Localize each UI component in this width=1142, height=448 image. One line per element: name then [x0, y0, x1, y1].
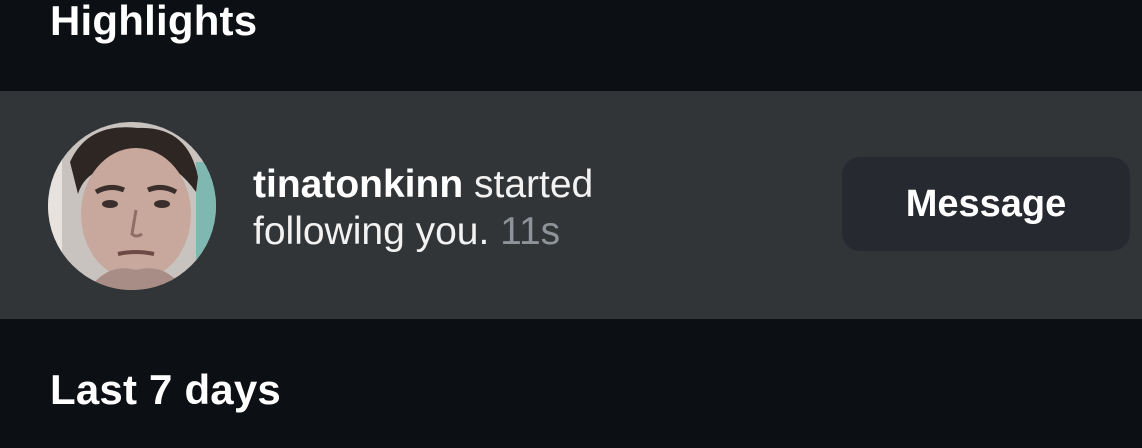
activity-page: Highlights tinatonkinn started following…	[0, 0, 1142, 448]
last-7-days-section-title: Last 7 days	[50, 366, 281, 413]
follow-notification-row[interactable]: tinatonkinn started following you. 11s M…	[0, 91, 1142, 319]
notification-username[interactable]: tinatonkinn	[253, 163, 463, 206]
notification-timestamp: 11s	[500, 210, 561, 253]
notification-action-line1: started	[473, 163, 594, 206]
message-button[interactable]: Message	[842, 157, 1130, 251]
notification-action-line2: following you.	[253, 210, 490, 253]
notification-text: tinatonkinn started following you. 11s	[253, 161, 813, 255]
highlights-section-title: Highlights	[50, 0, 258, 44]
user-avatar[interactable]	[48, 122, 216, 290]
avatar-photo-icon	[48, 122, 216, 290]
